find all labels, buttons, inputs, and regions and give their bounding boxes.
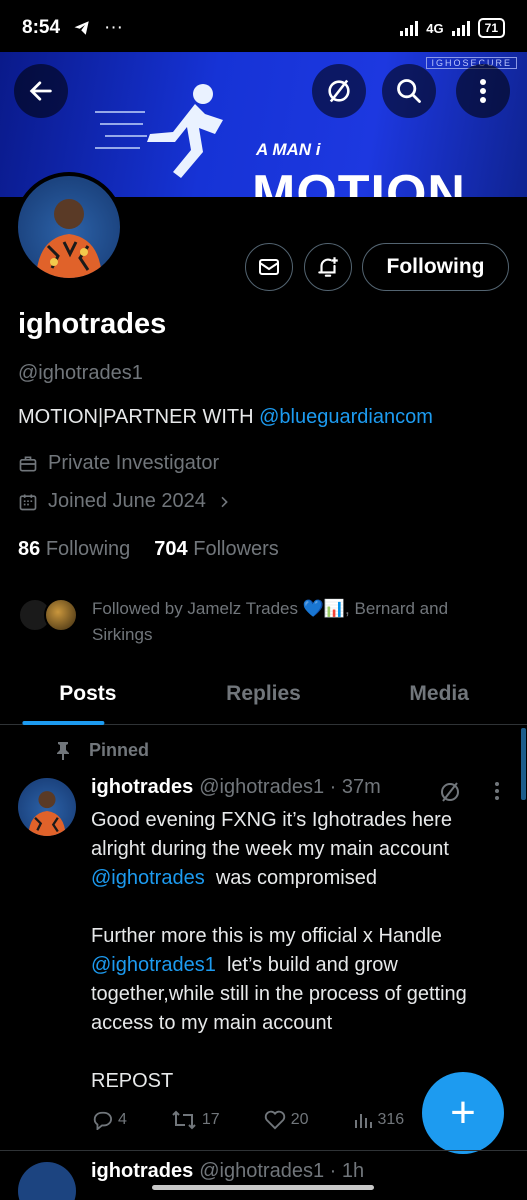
search-button[interactable] [382, 64, 436, 118]
signal-icon [400, 20, 419, 36]
tab-posts-label: Posts [59, 682, 117, 705]
post-line-1-tail: was compromised [204, 867, 377, 889]
next-post-header: ighotrades @ighotrades1 · 1h [91, 1160, 364, 1183]
following-stat[interactable]: 86 Following [18, 538, 130, 561]
grok-icon [328, 79, 350, 103]
like-count: 20 [290, 1111, 309, 1128]
more-options-button[interactable] [456, 64, 510, 118]
calendar-icon [19, 494, 37, 510]
reply-icon [93, 1111, 112, 1130]
network-type: 4G [426, 20, 444, 36]
post-header: ighotrades @ighotrades1 · 37m [91, 776, 381, 799]
tab-replies[interactable]: Replies [176, 665, 352, 724]
joined-row[interactable]: Joined June 2024 [18, 490, 232, 513]
home-indicator[interactable] [152, 1185, 374, 1190]
repost-action[interactable]: 17 [171, 1110, 220, 1130]
profile-avatar[interactable] [14, 172, 124, 282]
reply-count: 4 [118, 1111, 127, 1128]
compose-button[interactable]: + [422, 1072, 504, 1154]
banner-tagline: A MAN i [256, 140, 321, 159]
banner-title: MOTION [252, 165, 466, 197]
repost-icon [172, 1110, 196, 1130]
occupation-row: Private Investigator [18, 452, 219, 475]
followers-count: 704 [154, 538, 188, 560]
mutual-avatars [18, 596, 82, 632]
avatar-photo [36, 199, 102, 278]
pinned-indicator: Pinned [55, 740, 149, 761]
post-mention-2[interactable]: @ighotrades1 [91, 954, 216, 976]
battery-indicator: 71 [477, 18, 505, 38]
post-line-1: Good evening FXNG it’s Ighotrades here a… [91, 809, 452, 860]
tab-media-label: Media [409, 682, 469, 705]
notifications-button[interactable] [304, 243, 352, 291]
chevron-right-icon [221, 496, 228, 507]
plus-icon: + [450, 1088, 476, 1137]
occupation-text: Private Investigator [48, 452, 220, 474]
active-tab-indicator [22, 721, 105, 725]
post-actions: 4 17 20 316 [91, 1110, 404, 1130]
tab-media[interactable]: Media [351, 665, 527, 724]
next-post-handle-time: @ighotrades1 · 1h [199, 1160, 365, 1182]
followers-label: Followers [193, 538, 279, 560]
bell-plus-icon [318, 257, 338, 277]
post-more-icon[interactable] [494, 781, 500, 801]
pinned-label: Pinned [89, 740, 150, 760]
grok-button[interactable] [312, 64, 366, 118]
followed-by-text: Followed by Jamelz Trades 💙📊, Bernard an… [92, 599, 449, 644]
message-button[interactable] [245, 243, 293, 291]
back-button[interactable] [14, 64, 68, 118]
status-bar: 8:54 ··· 4G 71 [0, 0, 527, 56]
scrollbar[interactable] [521, 728, 526, 800]
runner-graphic [95, 84, 223, 178]
joined-text: Joined June 2024 [48, 490, 206, 512]
search-icon [397, 79, 421, 103]
reply-action[interactable]: 4 [91, 1110, 127, 1130]
post-author[interactable]: ighotrades [91, 776, 193, 799]
profile-handle: @ighotrades1 [18, 362, 143, 384]
grok-post-icon[interactable] [438, 780, 462, 804]
profile-bio: MOTION|PARTNER WITH @blueguardiancom [18, 406, 433, 429]
heart-icon [264, 1110, 285, 1130]
next-post-author[interactable]: ighotrades [91, 1160, 193, 1183]
tab-posts[interactable]: Posts [0, 665, 176, 725]
post-line-2: Further more this is my official x Handl… [91, 925, 442, 947]
views-count: 316 [377, 1111, 405, 1128]
mail-icon [259, 259, 279, 275]
pin-icon [57, 741, 69, 760]
followed-by-section[interactable]: Followed by Jamelz Trades 💙📊, Bernard an… [18, 596, 502, 648]
post-handle-time: @ighotrades1 · 37m [199, 776, 381, 798]
profile-tabs: Posts Replies Media [0, 665, 527, 725]
following-label: Following [45, 538, 131, 560]
post-avatar-photo [28, 791, 66, 836]
more-notifications-icon: ··· [104, 17, 124, 38]
following-count: 86 [18, 538, 41, 560]
signal-icon-2 [451, 20, 470, 36]
profile-name: ighotrades [18, 308, 167, 340]
followers-stat[interactable]: 704 Followers [154, 538, 279, 561]
vertical-dots-icon [480, 79, 486, 103]
like-action[interactable]: 20 [264, 1110, 309, 1130]
back-arrow-icon [29, 81, 52, 101]
bio-text: MOTION|PARTNER WITH [18, 406, 260, 428]
briefcase-icon [19, 456, 37, 471]
post-divider [0, 1150, 527, 1151]
telegram-icon [74, 21, 89, 35]
repost-count: 17 [201, 1111, 220, 1128]
post-text: Good evening FXNG it’s Ighotrades here a… [91, 806, 511, 1096]
post-avatar[interactable] [18, 778, 76, 836]
tab-replies-label: Replies [226, 682, 301, 705]
mutual-avatar-2 [44, 598, 78, 632]
next-post-avatar[interactable] [18, 1162, 76, 1200]
views-icon [354, 1114, 372, 1128]
views-action[interactable]: 316 [353, 1110, 405, 1130]
follow-stats: 86 Following 704 Followers [18, 538, 279, 561]
bio-mention-link[interactable]: @blueguardiancom [259, 406, 433, 428]
following-button[interactable]: Following [362, 243, 509, 291]
clock: 8:54 [22, 17, 61, 38]
post-mention-1[interactable]: @ighotrades [91, 867, 205, 889]
